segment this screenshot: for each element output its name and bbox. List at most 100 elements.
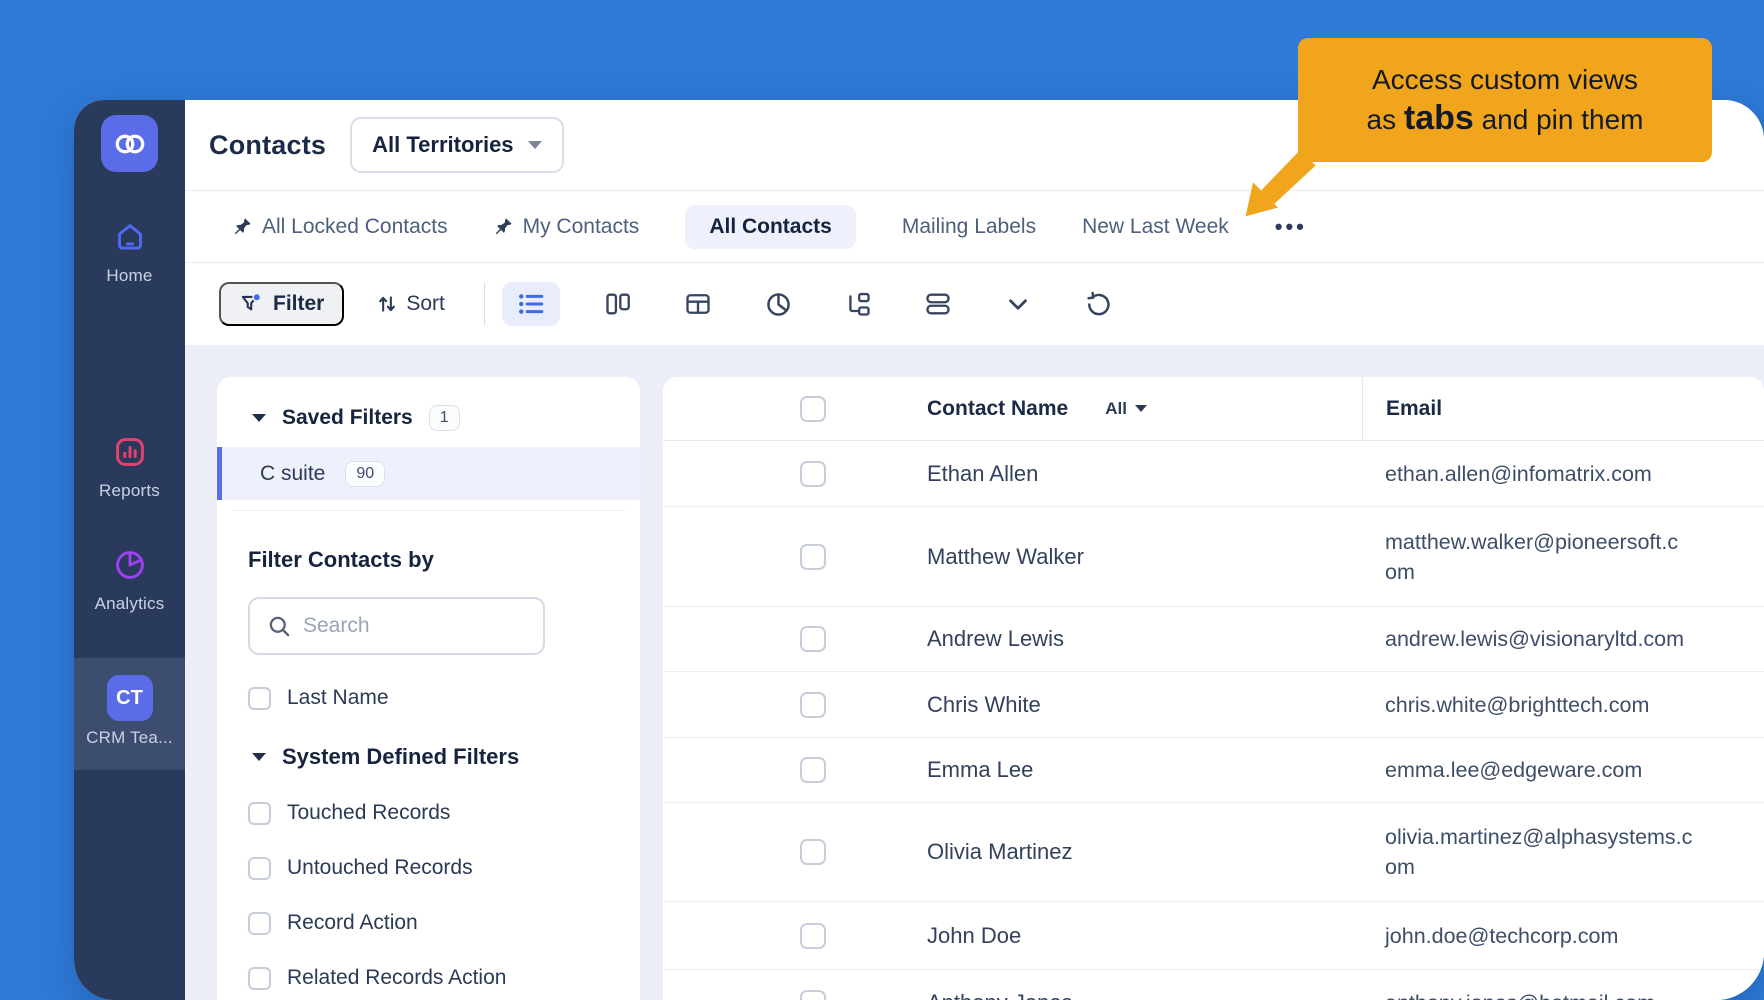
contact-name: Ethan Allen bbox=[927, 461, 1038, 487]
sidebar-item-analytics[interactable]: My Requ... Analytics bbox=[74, 548, 185, 614]
filter-field-label: Record Action bbox=[287, 911, 418, 935]
analytics-icon bbox=[113, 548, 147, 582]
tab-label: All Locked Contacts bbox=[262, 215, 448, 239]
column-filter-label: All bbox=[1105, 399, 1127, 419]
table-row[interactable]: Andrew Lewis andrew.lewis@visionaryltd.c… bbox=[663, 607, 1764, 672]
tab-my-contacts[interactable]: My Contacts bbox=[494, 215, 640, 239]
row-checkbox[interactable] bbox=[800, 692, 826, 718]
contact-name: Anthony Jones bbox=[927, 990, 1073, 1000]
kanban-view-icon[interactable] bbox=[596, 282, 640, 326]
row-checkbox[interactable] bbox=[800, 626, 826, 652]
row-checkbox[interactable] bbox=[800, 544, 826, 570]
callout-line1: Access custom views bbox=[1372, 61, 1638, 99]
contact-name: Matthew Walker bbox=[927, 544, 1084, 570]
row-checkbox[interactable] bbox=[800, 757, 826, 783]
table-view-icon[interactable] bbox=[676, 282, 720, 326]
filter-untouched-records: Untouched Records bbox=[248, 856, 640, 880]
tab-label: Mailing Labels bbox=[902, 215, 1036, 239]
checkbox[interactable] bbox=[248, 802, 271, 825]
table-row[interactable]: Chris White chris.white@brighttech.com bbox=[663, 672, 1764, 738]
filter-field-label: Touched Records bbox=[287, 801, 450, 825]
contact-email: anthony.jones@hotmail.com bbox=[1385, 988, 1655, 1000]
email-header: Email bbox=[1386, 397, 1442, 421]
territory-label: All Territories bbox=[372, 132, 513, 158]
refresh-icon[interactable] bbox=[1076, 282, 1120, 326]
toolbar-divider bbox=[484, 283, 486, 325]
tab-label: My Contacts bbox=[523, 215, 640, 239]
tab-new-last-week[interactable]: New Last Week bbox=[1082, 215, 1229, 239]
sidebar-item-label: Reports bbox=[74, 481, 185, 501]
contact-email: olivia.martinez@alphasystems.com bbox=[1385, 822, 1692, 882]
collapse-caret-icon[interactable] bbox=[252, 414, 266, 422]
search-icon bbox=[268, 615, 291, 638]
table-row[interactable]: Emma Lee emma.lee@edgeware.com bbox=[663, 738, 1764, 803]
views-tab-bar: All Locked Contacts My Contacts All Cont… bbox=[185, 190, 1764, 263]
zoho-crm-logo[interactable] bbox=[101, 115, 158, 172]
filter-field-label: Last Name bbox=[287, 686, 389, 710]
saved-filters-title: Saved Filters bbox=[282, 406, 413, 430]
table-row[interactable]: Olivia Martinez olivia.martinez@alphasys… bbox=[663, 803, 1764, 902]
checkbox[interactable] bbox=[248, 912, 271, 935]
filter-field-last-name: Last Name bbox=[248, 686, 640, 710]
tab-label: New Last Week bbox=[1082, 215, 1229, 239]
table-row[interactable]: Anthony Jones anthony.jones@hotmail.com bbox=[663, 970, 1764, 1000]
tab-all-contacts[interactable]: All Contacts bbox=[685, 205, 856, 249]
row-checkbox[interactable] bbox=[800, 990, 826, 1000]
sidebar-item-home[interactable]: Home bbox=[74, 220, 185, 286]
filter-record-action: Record Action bbox=[248, 911, 640, 935]
column-filter-dropdown[interactable]: All bbox=[1105, 399, 1147, 419]
collapse-caret-icon[interactable] bbox=[252, 753, 266, 761]
row-checkbox[interactable] bbox=[800, 461, 826, 487]
chevron-down-icon bbox=[528, 141, 542, 149]
tab-label: All Contacts bbox=[709, 215, 832, 239]
search-input[interactable] bbox=[303, 614, 523, 638]
table-row[interactable]: Matthew Walker matthew.walker@pioneersof… bbox=[663, 507, 1764, 607]
contact-email: andrew.lewis@visionaryltd.com bbox=[1385, 624, 1684, 654]
contact-email: emma.lee@edgeware.com bbox=[1385, 755, 1642, 785]
email-header-cell: Email bbox=[1362, 377, 1764, 440]
contact-email: matthew.walker@pioneersoft.com bbox=[1385, 527, 1678, 587]
list-view-icon[interactable] bbox=[502, 282, 560, 326]
sidebar-item-label: Analytics bbox=[74, 594, 185, 614]
list-toolbar: Filter Sort bbox=[185, 263, 1764, 345]
callout-bold-word: tabs bbox=[1404, 99, 1474, 137]
app-window: Home Reports My Requ... Analytics My R bbox=[74, 100, 1764, 1000]
workspace-label: CRM Tea... bbox=[74, 728, 185, 748]
sort-arrows-icon bbox=[376, 293, 398, 315]
contact-name-header-cell: Contact Name All bbox=[903, 397, 1362, 421]
filter-related-records-action: Related Records Action bbox=[248, 966, 640, 990]
row-checkbox[interactable] bbox=[800, 923, 826, 949]
workspace-avatar: CT bbox=[107, 675, 153, 721]
checkbox[interactable] bbox=[248, 687, 271, 710]
table-header-row: Contact Name All Email bbox=[663, 377, 1764, 441]
filter-field-label: Untouched Records bbox=[287, 856, 473, 880]
page-title: Contacts bbox=[209, 130, 326, 161]
select-all-checkbox[interactable] bbox=[800, 396, 826, 422]
sidebar-item-reports[interactable]: Reports bbox=[74, 435, 185, 501]
tab-all-locked-contacts[interactable]: All Locked Contacts bbox=[233, 215, 448, 239]
filter-search[interactable] bbox=[248, 597, 545, 655]
sidebar-item-crm-team[interactable]: CT CRM Tea... bbox=[74, 658, 185, 770]
sort-label: Sort bbox=[406, 292, 445, 316]
checkbox[interactable] bbox=[248, 967, 271, 990]
filter-label: Filter bbox=[273, 292, 324, 316]
chevron-down-icon[interactable] bbox=[996, 282, 1040, 326]
card-view-icon[interactable] bbox=[916, 282, 960, 326]
table-row[interactable]: Ethan Allen ethan.allen@infomatrix.com bbox=[663, 441, 1764, 507]
sort-button[interactable]: Sort bbox=[376, 292, 445, 316]
callout-bubble: Access custom views as tabs and pin them bbox=[1298, 38, 1712, 162]
checkbox[interactable] bbox=[248, 857, 271, 880]
row-checkbox[interactable] bbox=[800, 839, 826, 865]
table-row[interactable]: John Doe john.doe@techcorp.com bbox=[663, 902, 1764, 970]
view-switcher bbox=[502, 282, 1120, 326]
filter-touched-records: Touched Records bbox=[248, 801, 640, 825]
tab-mailing-labels[interactable]: Mailing Labels bbox=[902, 215, 1036, 239]
hierarchy-view-icon[interactable] bbox=[836, 282, 880, 326]
filter-button[interactable]: Filter bbox=[219, 282, 344, 326]
callout-line2: as tabs and pin them bbox=[1367, 99, 1644, 139]
saved-filter-count-badge: 90 bbox=[345, 461, 385, 487]
chart-view-icon[interactable] bbox=[756, 282, 800, 326]
saved-filter-item-c-suite[interactable]: C suite 90 bbox=[217, 447, 640, 500]
territory-dropdown[interactable]: All Territories bbox=[350, 117, 563, 173]
filter-by-title: Filter Contacts by bbox=[248, 547, 640, 573]
